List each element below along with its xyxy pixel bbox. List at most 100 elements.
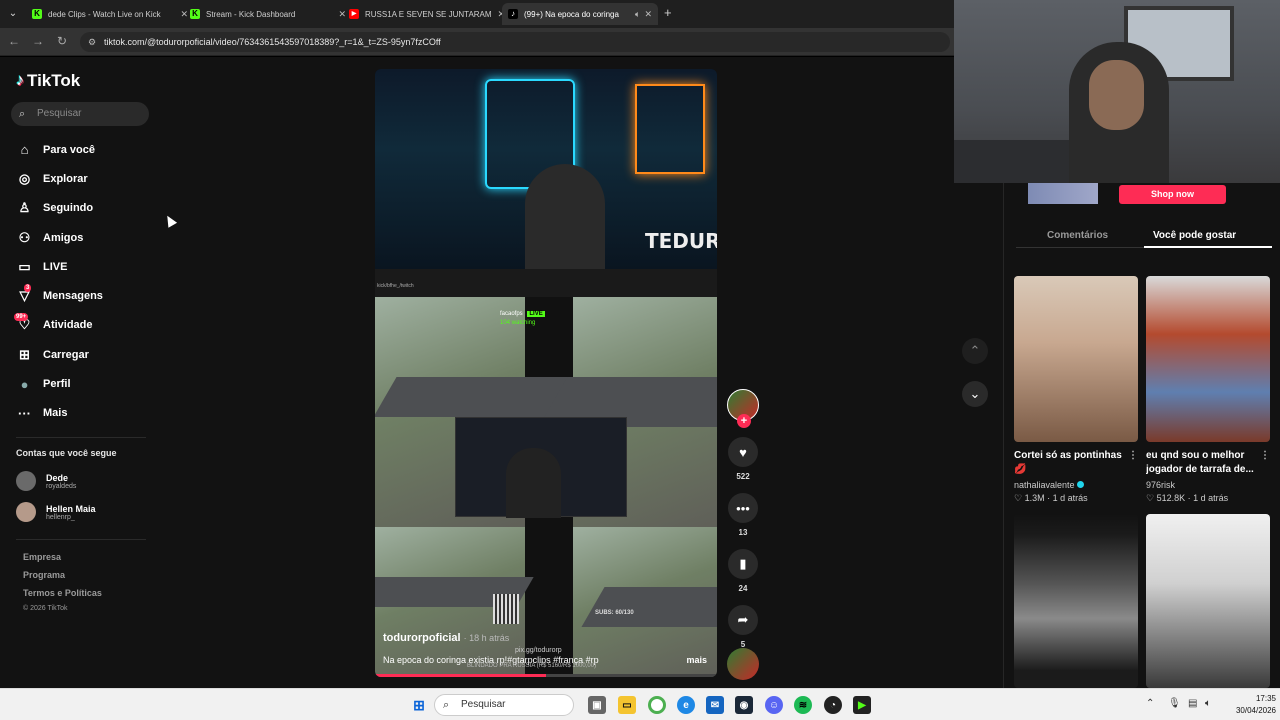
- nav-item-carregar[interactable]: ⊞ Carregar: [0, 340, 160, 369]
- more-options-icon[interactable]: ⋮: [1128, 449, 1138, 463]
- card-author[interactable]: 976risk: [1146, 480, 1270, 490]
- kick-app-icon[interactable]: ▶: [853, 696, 871, 714]
- shop-thumbnail[interactable]: [1028, 182, 1098, 204]
- author-handle: todurorpoficial: [383, 632, 461, 644]
- taskbar-search[interactable]: ⌕ Pesquisar: [434, 694, 574, 716]
- nav-item-perfil[interactable]: ● Perfil: [0, 369, 160, 398]
- video-author[interactable]: todurorpoficial · 18 h atrás: [383, 632, 509, 644]
- microphone-icon[interactable]: 🎙︎: [1168, 698, 1181, 709]
- upload-icon: ⊞: [19, 346, 30, 362]
- steam-icon[interactable]: ◉: [735, 696, 753, 714]
- comment-icon[interactable]: •••: [728, 493, 758, 523]
- nav-label: Mais: [43, 407, 68, 420]
- following-account[interactable]: Dede royaldeds: [16, 469, 76, 493]
- taskbar-clock[interactable]: 17:35 30/04/2026: [1222, 693, 1276, 717]
- recommended-video-card[interactable]: [1014, 514, 1138, 688]
- comment-action[interactable]: ••• 13: [727, 493, 759, 537]
- qr-code-icon: [493, 594, 519, 624]
- streamer-figure: [525, 164, 605, 269]
- video-player[interactable]: TEDURP kick/bfhe_/twitch facaofps L: [375, 69, 717, 677]
- tab-kick-dashboard[interactable]: K Stream - Kick Dashboard ✕: [184, 3, 352, 25]
- nav-item-live[interactable]: ▭ LIVE: [0, 252, 160, 281]
- video-progress-bar[interactable]: [375, 674, 717, 677]
- back-button[interactable]: ←: [6, 34, 22, 48]
- reload-button[interactable]: ↻: [54, 34, 70, 48]
- obs-icon[interactable]: ◔: [824, 696, 842, 714]
- nav-item-explorar[interactable]: ◎ Explorar: [0, 164, 160, 193]
- video-thumbnail[interactable]: [1146, 276, 1270, 442]
- volume-icon[interactable]: 🔈︎: [1205, 698, 1211, 709]
- edge-icon[interactable]: e: [677, 696, 695, 714]
- nav-item-atividade[interactable]: ♡ 99+ Atividade: [0, 311, 160, 340]
- heart-icon[interactable]: ♥: [728, 437, 758, 467]
- overlay-goal: BLINDADO PRA RUSSIA (R$ 5160/R$ 1000,00): [467, 663, 597, 669]
- share-icon[interactable]: ➦: [728, 605, 758, 635]
- like-action[interactable]: ♥ 522: [727, 437, 759, 481]
- search-input[interactable]: ⌕ Pesquisar: [11, 102, 149, 126]
- taskbar-search-placeholder: Pesquisar: [461, 699, 506, 710]
- tray-overflow-icon[interactable]: ⌃: [1146, 698, 1154, 709]
- recommended-video-card[interactable]: eu qnd sou o melhor jogador de tarrafa d…: [1146, 276, 1270, 504]
- video-thumbnail[interactable]: [1014, 276, 1138, 442]
- recommended-video-card[interactable]: [1146, 514, 1270, 688]
- more-options-icon[interactable]: ⋮: [1260, 449, 1270, 463]
- watching-count: 104 watching: [500, 320, 536, 326]
- bookmark-icon[interactable]: ▮: [728, 549, 758, 579]
- task-view-icon[interactable]: ▣: [588, 696, 606, 714]
- caption-more-button[interactable]: mais: [686, 655, 707, 665]
- video-thumbnail[interactable]: [1146, 514, 1270, 688]
- windows-start-icon[interactable]: ⊞: [410, 696, 428, 714]
- card-title-text: Cortei só as pontinhas 💋: [1014, 450, 1122, 475]
- heart-outline-icon: ♡: [1146, 493, 1155, 503]
- nav-item-amigos[interactable]: ⚇ Amigos: [0, 223, 160, 252]
- forward-button[interactable]: →: [30, 34, 46, 48]
- site-info-icon[interactable]: ⚙︎: [88, 32, 96, 52]
- video-actions: + ♥ 522 ••• 13 ▮ 24 ➦ 5: [727, 389, 761, 649]
- file-explorer-icon[interactable]: ▭: [618, 696, 636, 714]
- tab-kick-clips[interactable]: K dede Clips - Watch Live on Kick ✕: [26, 3, 194, 25]
- follow-plus-icon[interactable]: +: [737, 414, 751, 428]
- save-action[interactable]: ▮ 24: [727, 549, 759, 593]
- spotify-icon[interactable]: ≋: [794, 696, 812, 714]
- network-icon[interactable]: ▤: [1188, 698, 1197, 709]
- share-action[interactable]: ➦ 5: [727, 605, 759, 649]
- chrome-icon[interactable]: [648, 696, 666, 714]
- previous-video-button[interactable]: ⌃: [962, 338, 988, 364]
- sound-avatar[interactable]: [727, 648, 759, 680]
- heart-outline-icon: ♡: [1014, 493, 1023, 503]
- card-meta: ♡ 512.8K · 1 d atrás: [1146, 493, 1229, 503]
- outlook-icon[interactable]: ✉: [706, 696, 724, 714]
- shop-now-button[interactable]: Shop now: [1119, 185, 1226, 204]
- footer-link-programa[interactable]: Programa: [23, 570, 65, 580]
- tab-title: dede Clips - Watch Live on Kick: [48, 9, 161, 19]
- tiktok-logo[interactable]: ♪ TikTok: [16, 71, 80, 91]
- close-tab-icon[interactable]: ✕: [644, 9, 652, 20]
- card-likes: 512.8K: [1156, 493, 1186, 503]
- tab-tiktok[interactable]: ♪ (99+) Na epoca do coringa 🔈︎ ✕: [502, 3, 658, 25]
- footer-link-termos[interactable]: Termos e Políticas: [23, 588, 102, 598]
- video-streamer-cam: TEDURP: [375, 69, 717, 269]
- tab-youtube[interactable]: ▶ RUSS1A E SEVEN SE JUNTARAM ✕: [343, 3, 511, 25]
- overlay-tag: TEDURP: [645, 229, 717, 253]
- activity-badge: 99+: [14, 312, 29, 321]
- nav-item-para-voce[interactable]: ⌂ Para você: [0, 135, 160, 164]
- discord-icon[interactable]: ☺: [765, 696, 783, 714]
- tab-voce-pode-gostar[interactable]: Você pode gostar: [1153, 230, 1236, 241]
- author-avatar[interactable]: +: [727, 389, 759, 428]
- following-account[interactable]: Hellen Maia hellenrp_: [16, 500, 96, 524]
- url-bar[interactable]: ⚙︎ tiktok.com/@todurorpoficial/video/763…: [80, 32, 950, 52]
- streamer-figure: [506, 448, 561, 518]
- footer-link-empresa[interactable]: Empresa: [23, 552, 61, 562]
- new-tab-button[interactable]: +: [664, 5, 672, 20]
- next-video-button[interactable]: ⌄: [962, 381, 988, 407]
- nav-item-seguindo[interactable]: ♙ Seguindo: [0, 194, 160, 223]
- nav-label: Explorar: [43, 172, 88, 185]
- recommended-video-card[interactable]: Cortei só as pontinhas 💋 ⋮ nathaliavalen…: [1014, 276, 1138, 504]
- tab-search-button[interactable]: ⌄: [4, 5, 22, 23]
- nav-item-mais[interactable]: ··· Mais: [0, 399, 160, 428]
- card-author[interactable]: nathaliavalente: [1014, 480, 1138, 490]
- tab-comentarios[interactable]: Comentários: [1047, 230, 1108, 241]
- mute-tab-icon[interactable]: 🔈︎: [635, 9, 640, 20]
- video-thumbnail[interactable]: [1014, 514, 1138, 688]
- nav-item-mensagens[interactable]: ▽ 3 Mensagens: [0, 281, 160, 310]
